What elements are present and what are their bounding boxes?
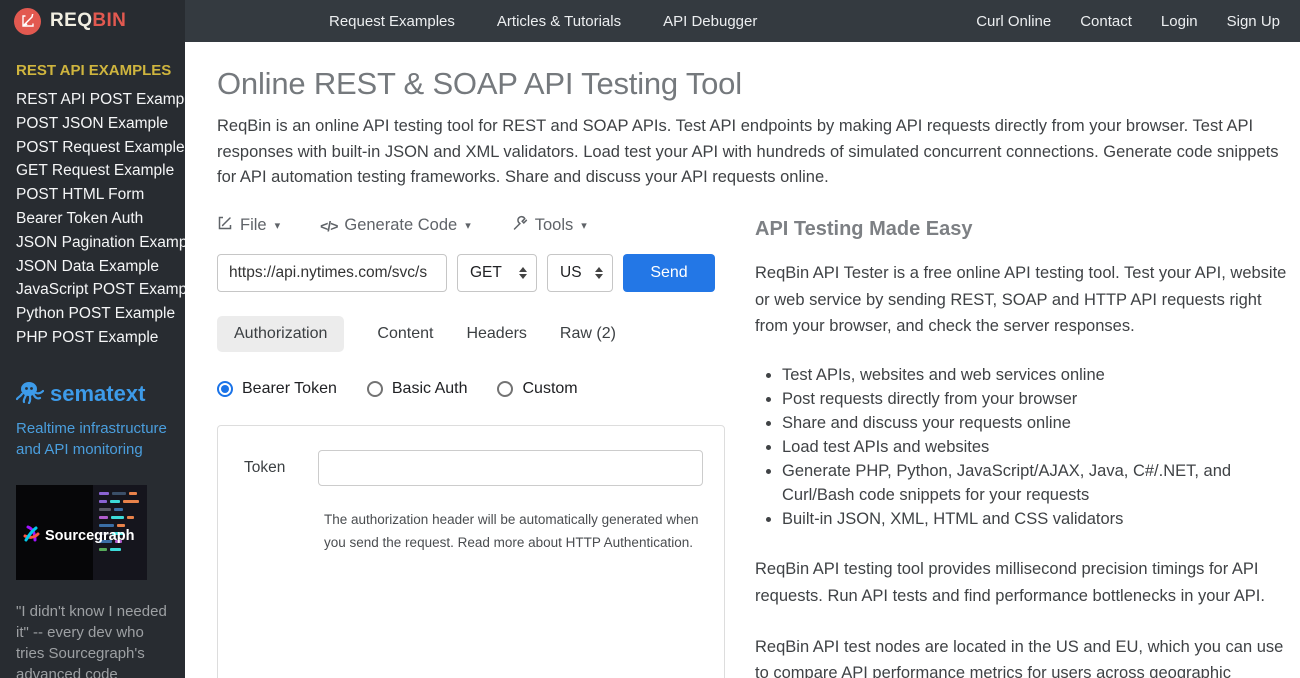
radio-custom[interactable]: Custom <box>497 380 577 398</box>
request-widget: File ▾ </> Generate Code ▾ Tools ▾ <box>217 215 725 678</box>
send-button[interactable]: Send <box>623 254 715 292</box>
info-paragraph-2: ReqBin API testing tool provides millise… <box>755 556 1290 610</box>
nav-contact[interactable]: Contact <box>1080 13 1132 30</box>
sidebar-item-javascript-post-example[interactable]: JavaScript POST Example <box>16 278 185 302</box>
radio-unselected-icon <box>497 381 513 397</box>
sidebar-item-get-request-example[interactable]: GET Request Example <box>16 159 185 183</box>
tab-content[interactable]: Content <box>377 316 433 352</box>
reqbin-pen-icon <box>14 8 41 35</box>
nav-sign-up[interactable]: Sign Up <box>1227 13 1280 30</box>
feature-item: Share and discuss your requests online <box>782 412 1290 436</box>
tab-raw[interactable]: Raw (2) <box>560 316 616 352</box>
sematext-wordmark: sematext <box>50 381 145 407</box>
info-paragraph-1: ReqBin API Tester is a free online API t… <box>755 260 1290 341</box>
sourcegraph-ad-image[interactable]: Sourcegraph <box>16 485 147 580</box>
secondary-nav: Curl Online Contact Login Sign Up <box>976 13 1280 30</box>
primary-nav: Request Examples Articles & Tutorials AP… <box>329 13 757 30</box>
intro-paragraph: ReqBin is an online API testing tool for… <box>217 114 1290 191</box>
sematext-octopus-icon <box>16 380 44 409</box>
token-input[interactable] <box>318 450 703 486</box>
nav-request-examples[interactable]: Request Examples <box>329 13 455 30</box>
feature-item: Test APIs, websites and web services onl… <box>782 364 1290 388</box>
radio-unselected-icon <box>367 381 383 397</box>
token-label: Token <box>238 459 318 477</box>
radio-basic-auth[interactable]: Basic Auth <box>367 380 468 398</box>
request-toolbar: File ▾ </> Generate Code ▾ Tools ▾ <box>217 215 725 237</box>
sidebar-item-bearer-token-auth[interactable]: Bearer Token Auth <box>16 207 185 231</box>
info-heading: API Testing Made Easy <box>755 218 1290 241</box>
sidebar-item-json-pagination-example[interactable]: JSON Pagination Example <box>16 231 185 255</box>
chevron-down-icon: ▾ <box>581 219 587 232</box>
info-paragraph-3: ReqBin API test nodes are located in the… <box>755 634 1290 678</box>
method-select[interactable]: GET <box>457 254 537 292</box>
main-content: Online REST & SOAP API Testing Tool ReqB… <box>185 42 1300 678</box>
sidebar-heading-rest-api-examples[interactable]: REST API EXAMPLES <box>16 62 185 79</box>
feature-list: Test APIs, websites and web services onl… <box>755 364 1290 531</box>
nav-api-debugger[interactable]: API Debugger <box>663 13 757 30</box>
generate-code-menu[interactable]: </> Generate Code ▾ <box>320 216 471 235</box>
code-icon: </> <box>320 218 337 234</box>
sidebar-item-rest-api-post-example[interactable]: REST API POST Example <box>16 88 185 112</box>
sidebar-item-python-post-example[interactable]: Python POST Example <box>16 302 185 326</box>
wrench-icon <box>511 215 528 237</box>
nav-articles-tutorials[interactable]: Articles & Tutorials <box>497 13 621 30</box>
info-column: API Testing Made Easy ReqBin API Tester … <box>755 215 1290 678</box>
sidebar: REST API EXAMPLES REST API POST Example … <box>0 42 185 678</box>
file-menu[interactable]: File ▾ <box>217 215 280 236</box>
request-row: GET US Send <box>217 254 725 292</box>
sourcegraph-ad-quote[interactable]: "I didn't know I needed it" -- every dev… <box>16 601 168 678</box>
feature-item: Load test APIs and websites <box>782 436 1290 460</box>
feature-item: Generate PHP, Python, JavaScript/AJAX, J… <box>782 460 1290 508</box>
region-select[interactable]: US <box>547 254 613 292</box>
top-navigation-bar: REQBIN Request Examples Articles & Tutor… <box>0 0 1300 42</box>
url-input[interactable] <box>217 254 447 292</box>
sidebar-item-post-request-example[interactable]: POST Request Example <box>16 136 185 160</box>
file-edit-icon <box>217 215 233 236</box>
auth-type-options: Bearer Token Basic Auth Custom <box>217 380 725 398</box>
radio-bearer-token[interactable]: Bearer Token <box>217 380 337 398</box>
tab-headers[interactable]: Headers <box>466 316 526 352</box>
sematext-tagline: Realtime infrastructure and API monitori… <box>16 418 168 460</box>
feature-item: Post requests directly from your browser <box>782 388 1290 412</box>
request-tabs: Authorization Content Headers Raw (2) <box>217 316 725 352</box>
nav-login[interactable]: Login <box>1161 13 1198 30</box>
reqbin-logo[interactable]: REQBIN <box>0 0 185 42</box>
nav-curl-online[interactable]: Curl Online <box>976 13 1051 30</box>
select-arrows-icon <box>595 267 603 279</box>
chevron-down-icon: ▾ <box>465 219 471 232</box>
sidebar-item-post-json-example[interactable]: POST JSON Example <box>16 112 185 136</box>
tools-menu[interactable]: Tools ▾ <box>511 215 587 237</box>
page-title: Online REST & SOAP API Testing Tool <box>217 66 1290 102</box>
sematext-ad[interactable]: sematext Realtime infrastructure and API… <box>16 380 185 460</box>
sidebar-item-php-post-example[interactable]: PHP POST Example <box>16 326 185 350</box>
sidebar-item-post-html-form[interactable]: POST HTML Form <box>16 183 185 207</box>
sidebar-item-json-data-example[interactable]: JSON Data Example <box>16 255 185 279</box>
select-arrows-icon <box>519 267 527 279</box>
sourcegraph-mark-icon <box>23 525 40 547</box>
brand-name: REQBIN <box>50 10 126 32</box>
chevron-down-icon: ▾ <box>275 219 281 232</box>
feature-item: Built-in JSON, XML, HTML and CSS validat… <box>782 508 1290 532</box>
token-help-text: The authorization header will be automat… <box>324 509 704 555</box>
token-panel: Token The authorization header will be a… <box>217 425 725 678</box>
radio-selected-icon <box>217 381 233 397</box>
tab-authorization[interactable]: Authorization <box>217 316 344 352</box>
sourcegraph-wordmark: Sourcegraph <box>45 528 134 544</box>
